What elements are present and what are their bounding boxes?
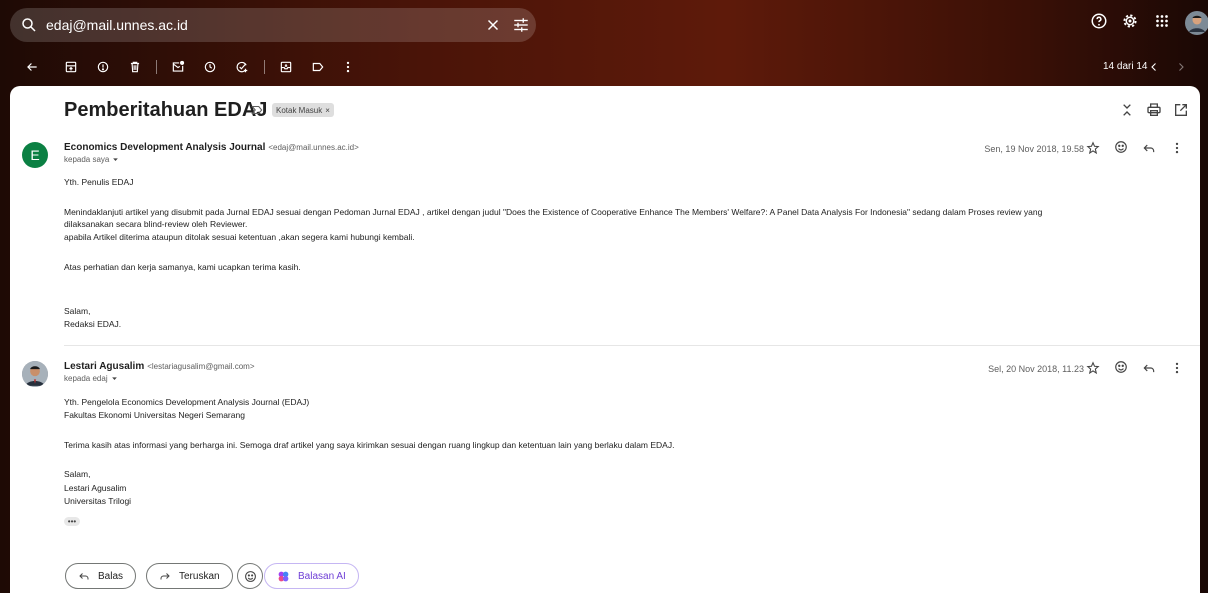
settings-icon[interactable] [1121, 12, 1139, 30]
emoji-icon[interactable] [1114, 360, 1128, 374]
chevron-down-icon[interactable] [111, 375, 118, 382]
body-line: Salam, [64, 469, 91, 479]
tune-icon[interactable] [512, 16, 530, 34]
chevron-right-icon [1172, 58, 1190, 76]
message-toolbar: 14 dari 14 [0, 50, 1208, 84]
message-date[interactable]: Sel, 20 Nov 2018, 11.23 [988, 364, 1084, 374]
ai-reply-button[interactable]: Balasan AI [264, 563, 359, 589]
forward-button[interactable]: Teruskan [146, 563, 233, 589]
label-icon[interactable] [309, 58, 327, 76]
sender-name[interactable]: Lestari Agusalim [64, 361, 144, 372]
back-arrow-icon[interactable] [23, 58, 41, 76]
show-trimmed-content-button[interactable]: ••• [64, 517, 80, 526]
apps-icon[interactable] [1153, 12, 1171, 30]
email-view-panel: Pemberitahuan EDAJ Kotak Masuk × E Econo… [10, 86, 1200, 593]
search-icon[interactable] [20, 16, 38, 34]
toolbar-divider [156, 60, 157, 74]
close-icon[interactable] [484, 16, 502, 34]
sender-email: <lestariagusalim@gmail.com> [147, 362, 255, 371]
ai-reply-button-label: Balasan AI [298, 570, 346, 582]
emoji-reaction-button[interactable] [237, 563, 263, 589]
mark-unread-icon[interactable] [169, 58, 187, 76]
body-line: Universitas Trilogi [64, 496, 132, 506]
archive-icon[interactable] [62, 58, 80, 76]
toolbar-divider [264, 60, 265, 74]
body-line: Fakultas Ekonomi Universitas Negeri Sema… [64, 410, 245, 420]
delete-icon[interactable] [126, 58, 144, 76]
recipient-text: kepada edaj [64, 374, 108, 383]
ai-sparkle-icon [277, 570, 290, 583]
sender-line: Lestari Agusalim <lestariagusalim@gmail.c… [64, 361, 255, 372]
top-bar [0, 0, 1208, 50]
body-line: Lestari Agusalim [64, 483, 127, 493]
account-avatar[interactable] [1185, 11, 1208, 35]
report-spam-icon[interactable] [94, 58, 112, 76]
body-line: Terima kasih atas informasi yang berharg… [64, 440, 675, 450]
search-bar[interactable] [10, 8, 536, 42]
avatar[interactable] [22, 361, 48, 387]
emoji-icon [244, 570, 257, 583]
message-counter: 14 dari 14 [1103, 61, 1148, 72]
snooze-icon[interactable] [201, 58, 219, 76]
chevron-left-icon[interactable] [1145, 58, 1163, 76]
message-2: Lestari Agusalim <lestariagusalim@gmail.c… [10, 86, 1200, 593]
forward-icon [159, 570, 171, 582]
reply-button-label: Balas [98, 570, 124, 582]
more-vert-icon[interactable] [1170, 361, 1184, 375]
reply-button[interactable]: Balas [65, 563, 137, 589]
star-icon[interactable] [1086, 361, 1100, 375]
recipient-line[interactable]: kepada edaj [64, 374, 118, 383]
move-to-icon[interactable] [277, 58, 295, 76]
more-vert-icon[interactable] [339, 58, 357, 76]
search-input[interactable] [46, 15, 466, 35]
forward-button-label: Teruskan [179, 570, 220, 582]
add-task-icon[interactable] [233, 58, 251, 76]
reply-icon [78, 570, 90, 582]
body-line: Yth. Pengelola Economics Development Ana… [64, 397, 310, 407]
reply-icon[interactable] [1142, 361, 1156, 375]
help-icon[interactable] [1090, 12, 1108, 30]
